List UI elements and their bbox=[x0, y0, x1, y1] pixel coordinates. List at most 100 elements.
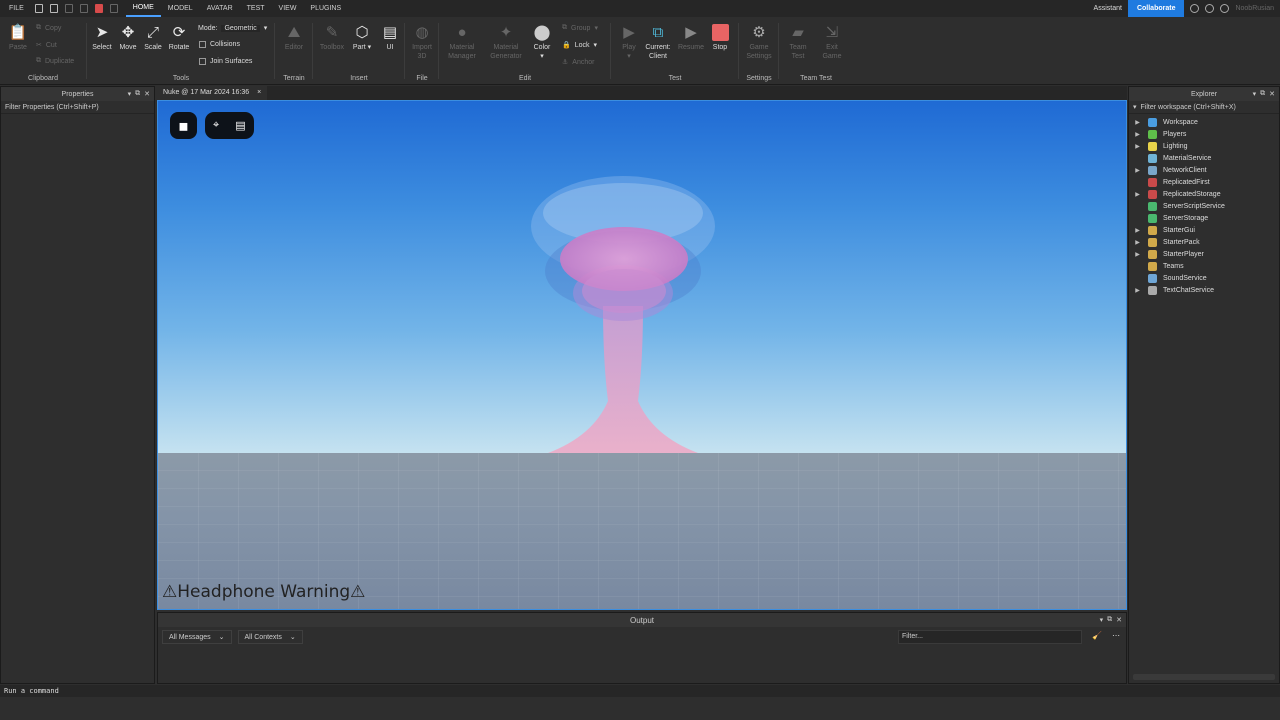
chevron-down-icon[interactable]: ▾ bbox=[128, 90, 132, 98]
close-icon[interactable]: ✕ bbox=[1269, 90, 1275, 98]
chevron-down-icon[interactable]: ▾ bbox=[1100, 616, 1104, 624]
explorer-item[interactable]: ▶ NetworkClient bbox=[1129, 164, 1279, 176]
expand-arrow-icon[interactable]: ▶ bbox=[1133, 143, 1142, 150]
material-manager-button[interactable]: ● Material Manager bbox=[444, 23, 480, 61]
3d-viewport[interactable]: ◼ ⌖ ▤ ⚠Headphone Warning⚠ bbox=[157, 100, 1127, 610]
expand-arrow-icon[interactable]: ▶ bbox=[1133, 191, 1142, 198]
explorer-item[interactable]: ServerStorage bbox=[1129, 212, 1279, 224]
stop-button[interactable]: Stop bbox=[708, 23, 732, 52]
assistant-button[interactable]: Assistant bbox=[1094, 5, 1122, 12]
terrain-editor-button[interactable]: ⛰ Editor bbox=[280, 23, 308, 52]
undo-icon[interactable] bbox=[109, 4, 118, 13]
close-icon[interactable]: × bbox=[257, 86, 261, 100]
explorer-item[interactable]: ▶ Players bbox=[1129, 128, 1279, 140]
resume-button[interactable]: ▶ Resume bbox=[676, 23, 706, 52]
anchor-button[interactable]: ⚓ Anchor bbox=[562, 58, 594, 67]
explorer-item[interactable]: ▶ ReplicatedStorage bbox=[1129, 188, 1279, 200]
explorer-item[interactable]: ▶ StarterPlayer bbox=[1129, 248, 1279, 260]
group-button[interactable]: ⧉ Group ▾ bbox=[562, 24, 598, 32]
expand-arrow-icon[interactable]: ▶ bbox=[1133, 131, 1142, 138]
selfview-icon[interactable]: ⌖ bbox=[213, 119, 219, 132]
explorer-item[interactable]: SoundService bbox=[1129, 272, 1279, 284]
help-icon[interactable] bbox=[1190, 4, 1200, 13]
explorer-item[interactable]: ▶ StarterGui bbox=[1129, 224, 1279, 236]
chevron-down-icon[interactable]: ▾ bbox=[1253, 90, 1257, 98]
command-bar[interactable]: Run a command bbox=[0, 685, 1280, 697]
collisions-toggle[interactable]: Collisions bbox=[199, 41, 240, 48]
expand-arrow-icon[interactable]: ▶ bbox=[1133, 251, 1142, 258]
import-3d-button[interactable]: ◍ Import 3D bbox=[408, 23, 436, 61]
undock-icon[interactable]: ⧉ bbox=[1107, 616, 1112, 624]
collaborate-button[interactable]: Collaborate bbox=[1127, 0, 1185, 17]
expand-arrow-icon[interactable]: ▶ bbox=[1133, 287, 1142, 294]
roblox-menu-button[interactable]: ◼ bbox=[170, 112, 197, 139]
save-icon[interactable] bbox=[49, 4, 58, 13]
play-button[interactable]: ▶ Play ▾ bbox=[616, 23, 642, 61]
explorer-item[interactable]: MaterialService bbox=[1129, 152, 1279, 164]
join-surfaces-toggle[interactable]: Join Surfaces bbox=[199, 58, 252, 65]
expand-arrow-icon[interactable]: ▶ bbox=[1133, 239, 1142, 246]
expand-arrow-icon[interactable]: ▶ bbox=[1133, 119, 1142, 126]
explorer-item[interactable]: Teams bbox=[1129, 260, 1279, 272]
expand-arrow-icon[interactable]: ▶ bbox=[1133, 167, 1142, 174]
chat-icon[interactable]: ▤ bbox=[235, 119, 245, 132]
explorer-item[interactable]: ▶ Workspace bbox=[1129, 116, 1279, 128]
expand-arrow-icon[interactable]: ▶ bbox=[1133, 227, 1142, 234]
duplicate-button[interactable]: ⧉ Duplicate bbox=[36, 57, 74, 65]
cut-button[interactable]: ✂ Cut bbox=[36, 41, 57, 50]
explorer-item[interactable]: ▶ StarterPack bbox=[1129, 236, 1279, 248]
undock-icon[interactable]: ⧉ bbox=[1260, 90, 1265, 98]
exit-game-button[interactable]: ⇲ Exit Game bbox=[818, 23, 846, 61]
all-contexts-dropdown[interactable]: All Contexts ⌄ bbox=[237, 630, 303, 644]
cloud-icon[interactable] bbox=[1205, 4, 1215, 13]
close-icon[interactable]: ✕ bbox=[1116, 616, 1122, 624]
user-name[interactable]: NoobRusian bbox=[1235, 5, 1274, 12]
undock-icon[interactable]: ⧉ bbox=[135, 90, 140, 98]
properties-filter-input[interactable]: Filter Properties (Ctrl+Shift+P) bbox=[1, 101, 154, 114]
tab-avatar[interactable]: AVATAR bbox=[200, 0, 240, 17]
share-icon[interactable] bbox=[1220, 4, 1230, 13]
horizontal-scrollbar[interactable] bbox=[1133, 674, 1275, 680]
globe-icon: ◍ bbox=[415, 23, 429, 41]
scale-button[interactable]: ⤢ Scale bbox=[141, 23, 165, 52]
mode-select[interactable]: Mode: Geometric ▾ bbox=[198, 24, 267, 32]
new-file-icon[interactable] bbox=[34, 4, 43, 13]
game-settings-button[interactable]: ⚙ Game Settings bbox=[744, 23, 774, 61]
play-icon[interactable] bbox=[79, 4, 88, 13]
part-button[interactable]: ⬡ Part ▾ bbox=[350, 23, 374, 52]
toolbox-icon: ✎ bbox=[325, 23, 339, 41]
explorer-item[interactable]: ServerScriptService bbox=[1129, 200, 1279, 212]
all-messages-dropdown[interactable]: All Messages ⌄ bbox=[162, 630, 232, 644]
tab-model[interactable]: MODEL bbox=[161, 0, 200, 17]
rotate-button[interactable]: ⟳ Rotate bbox=[166, 23, 192, 52]
copy-button[interactable]: ⧉ Copy bbox=[36, 24, 61, 32]
stop-icon[interactable] bbox=[94, 4, 103, 13]
ui-button[interactable]: ▤ UI bbox=[378, 23, 402, 52]
clear-output-icon[interactable]: 🧹 bbox=[1092, 631, 1102, 640]
lock-button[interactable]: 🔒 Lock ▾ bbox=[562, 41, 597, 50]
close-icon[interactable]: ✕ bbox=[144, 90, 150, 98]
current-client-button[interactable]: ⧉ Current: Client bbox=[642, 23, 674, 61]
toolbox-button[interactable]: ✎ Toolbox bbox=[316, 23, 348, 52]
team-test-button[interactable]: ▰ Team Test bbox=[784, 23, 812, 61]
explorer-filter-input[interactable]: ▾ Filter workspace (Ctrl+Shift+X) bbox=[1129, 101, 1279, 114]
tab-test[interactable]: TEST bbox=[240, 0, 272, 17]
explorer-item[interactable]: ▶ Lighting bbox=[1129, 140, 1279, 152]
tab-plugins[interactable]: PLUGINS bbox=[303, 0, 348, 17]
redo-icon[interactable] bbox=[64, 4, 73, 13]
color-button[interactable]: ⬤ Color ▾ bbox=[530, 23, 554, 61]
explorer-item[interactable]: ▶ TextChatService bbox=[1129, 284, 1279, 296]
menu-file[interactable]: FILE bbox=[0, 0, 31, 17]
tab-view[interactable]: VIEW bbox=[272, 0, 304, 17]
move-button[interactable]: ✥ Move bbox=[116, 23, 140, 52]
terrain-icon: ⛰ bbox=[287, 23, 301, 41]
paste-button[interactable]: 📋 Paste bbox=[6, 23, 30, 52]
tab-home[interactable]: HOME bbox=[125, 0, 161, 17]
explorer-item[interactable]: ReplicatedFirst bbox=[1129, 176, 1279, 188]
tab-nuke-place[interactable]: Nuke @ 17 Mar 2024 16:36 × bbox=[157, 86, 268, 100]
select-button[interactable]: ➤ Select bbox=[90, 23, 114, 52]
output-filter-input[interactable]: Filter... bbox=[898, 630, 1082, 644]
document-tabs: Nuke @ 17 Mar 2024 16:36 × bbox=[157, 86, 1127, 100]
more-options-icon[interactable]: ⋯ bbox=[1112, 631, 1120, 640]
material-generator-button[interactable]: ✦ Material Generator bbox=[486, 23, 526, 61]
